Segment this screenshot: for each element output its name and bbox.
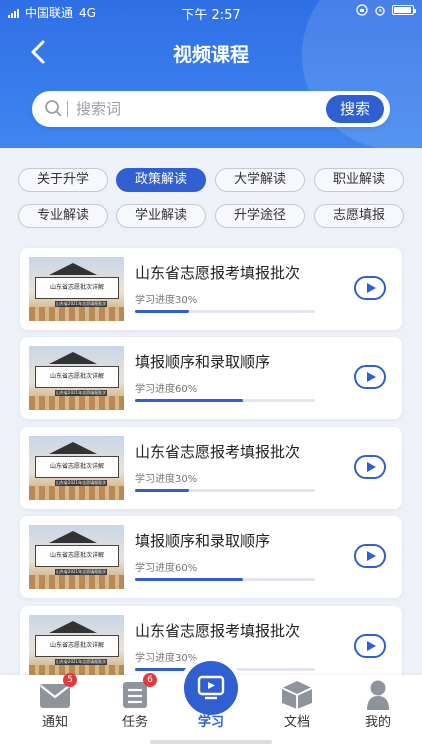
tab-notice[interactable]: 5 通知 [20, 673, 90, 750]
person-icon [367, 680, 389, 710]
graduation-cap-icon [49, 621, 97, 633]
notice-badge: 5 [63, 673, 77, 687]
play-icon[interactable] [354, 634, 386, 658]
tab-bar: 5 通知 6 任务 学习 文档 我的 [0, 661, 422, 750]
course-card[interactable]: 山东省志愿批次详解 山东省2021年志愿填报批次详解 山东省志愿报考填报批次 学… [20, 427, 402, 509]
tv-play-icon [184, 661, 238, 715]
tab-mine[interactable]: 我的 [343, 675, 413, 750]
progress-fill [135, 668, 189, 671]
tag-2[interactable]: 大学解读 [215, 168, 305, 192]
play-icon[interactable] [354, 276, 386, 300]
tab-task[interactable]: 6 任务 [100, 673, 170, 750]
course-progress-label: 学习进度30% [135, 295, 198, 306]
search-button[interactable]: 搜索 [326, 95, 384, 123]
tag-6[interactable]: 升学途径 [215, 204, 305, 228]
course-thumbnail: 山东省志愿批次详解 山东省2021年志愿填报批次详解 [29, 257, 124, 321]
search-bar: 搜索 [32, 91, 390, 127]
course-title: 填报顺序和录取顺序 [135, 353, 271, 371]
navbar: 视频课程 [0, 30, 422, 74]
progress-track [135, 310, 315, 313]
progress-track [135, 578, 315, 581]
thumbnail-title: 山东省志愿批次详解 [35, 635, 119, 657]
tab-docs[interactable]: 文档 [262, 675, 332, 750]
course-progress-label: 学习进度30% [135, 474, 198, 485]
tag-7[interactable]: 志愿填报 [314, 204, 404, 228]
course-card[interactable]: 山东省志愿批次详解 山东省2021年志愿填报批次详解 山东省志愿报考填报批次 学… [20, 248, 402, 330]
thumbnail-seats [29, 307, 124, 321]
thumbnail-title: 山东省志愿批次详解 [35, 277, 119, 299]
list-icon [123, 682, 147, 708]
course-thumbnail: 山东省志愿批次详解 山东省2021年志愿填报批次详解 [29, 525, 124, 589]
thumbnail-title: 山东省志愿批次详解 [35, 456, 119, 478]
search-icon [45, 100, 62, 117]
search-divider [67, 101, 68, 117]
thumbnail-title: 山东省志愿批次详解 [35, 545, 119, 567]
course-card[interactable]: 山东省志愿批次详解 山东省2021年志愿填报批次详解 填报顺序和录取顺序 学习进… [20, 516, 402, 598]
thumbnail-seats [29, 396, 124, 410]
course-thumbnail: 山东省志愿批次详解 山东省2021年志愿填报批次详解 [29, 615, 124, 679]
course-progress-label: 学习进度60% [135, 563, 198, 574]
progress-fill [135, 310, 189, 313]
task-badge: 6 [143, 673, 157, 687]
course-card[interactable]: 山东省志愿批次详解 山东省2021年志愿填报批次详解 填报顺序和录取顺序 学习进… [20, 337, 402, 419]
battery-icon [392, 5, 416, 15]
tab-label: 任务 [121, 715, 148, 730]
progress-fill [135, 578, 243, 581]
course-thumbnail: 山东省志愿批次详解 山东省2021年志愿填报批次详解 [29, 346, 124, 410]
tag-0[interactable]: 关于升学 [18, 168, 108, 192]
progress-fill [135, 399, 243, 402]
course-title: 山东省志愿报考填报批次 [135, 264, 301, 282]
tag-3[interactable]: 职业解读 [314, 168, 404, 192]
play-icon[interactable] [354, 455, 386, 479]
thumbnail-seats [29, 486, 124, 500]
tab-label: 学习 [197, 715, 224, 730]
tag-1[interactable]: 政策解读 [116, 168, 206, 192]
search-input[interactable] [76, 97, 306, 121]
graduation-cap-icon [49, 531, 97, 543]
course-progress-label: 学习进度30% [135, 653, 198, 664]
progress-track [135, 489, 315, 492]
page-title: 视频课程 [172, 44, 249, 66]
course-title: 山东省志愿报考填报批次 [135, 622, 301, 640]
tab-label: 我的 [364, 715, 391, 730]
course-title: 填报顺序和录取顺序 [135, 532, 271, 550]
tab-label: 通知 [41, 715, 68, 730]
thumbnail-seats [29, 575, 124, 589]
lock-rotation-icon [356, 4, 368, 16]
tab-label: 文档 [283, 715, 310, 730]
play-icon[interactable] [354, 544, 386, 568]
thumbnail-title: 山东省志愿批次详解 [35, 366, 119, 388]
course-title: 山东省志愿报考填报批次 [135, 443, 301, 461]
play-icon[interactable] [354, 365, 386, 389]
graduation-cap-icon [49, 442, 97, 454]
course-progress-label: 学习进度60% [135, 384, 198, 395]
box-icon [281, 681, 313, 709]
course-thumbnail: 山东省志愿批次详解 山东省2021年志愿填报批次详解 [29, 436, 124, 500]
tag-5[interactable]: 学业解读 [116, 204, 206, 228]
tab-study[interactable]: 学习 [176, 661, 246, 750]
progress-track [135, 399, 315, 402]
graduation-cap-icon [49, 352, 97, 364]
tag-4[interactable]: 专业解读 [18, 204, 108, 228]
graduation-cap-icon [49, 263, 97, 275]
mail-icon [40, 684, 70, 708]
progress-fill [135, 489, 189, 492]
home-indicator [150, 740, 272, 744]
status-bar: 中国联通 4G 下午 2:57 [0, 0, 422, 23]
alarm-icon [375, 6, 385, 16]
